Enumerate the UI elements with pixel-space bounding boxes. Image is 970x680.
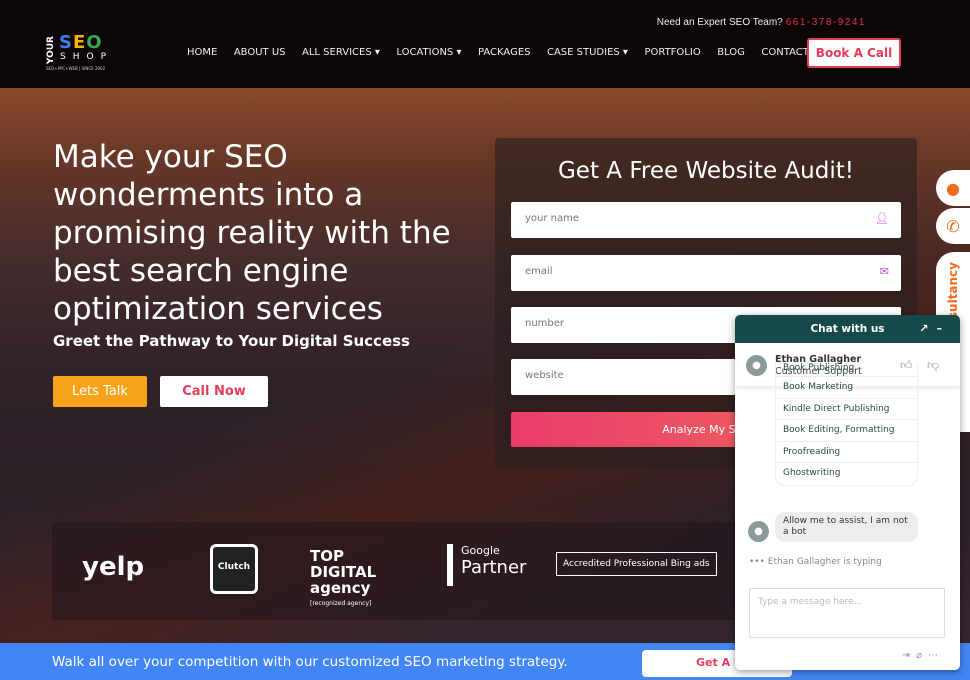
yelp-badge: yelp (82, 552, 145, 582)
nav-case-studies[interactable]: CASE STUDIES ▾ (547, 47, 628, 58)
logo-your: YOUR (46, 36, 56, 65)
option-item[interactable]: Book Editing, Formatting (776, 420, 917, 442)
logo-seo: SEO (59, 32, 103, 53)
phone-icon: ✆ (946, 216, 960, 236)
chat-title: Chat with us (810, 323, 885, 335)
name-placeholder: your name (525, 213, 580, 224)
nav-services[interactable]: ALL SERVICES ▾ (302, 47, 380, 58)
message-placeholder: Type a message here... (758, 597, 863, 607)
number-placeholder: number (525, 318, 565, 329)
nav-home[interactable]: HOME (187, 47, 217, 58)
top-contact: Need an Expert SEO Team? 661-378-9241 (657, 17, 866, 28)
google-partner-badge: Google Partner (447, 544, 526, 586)
name-input[interactable]: your name 👤︎ (511, 202, 901, 238)
top-digital-sub: [recognized agency] (310, 600, 372, 607)
nav-portfolio[interactable]: PORTFOLIO (644, 47, 700, 58)
banner-text: Walk all over your competition with our … (52, 654, 568, 670)
expand-icon[interactable]: ↗ (919, 322, 936, 335)
website-placeholder: website (525, 370, 564, 381)
hero-subheadline: Greet the Pathway to Your Digital Succes… (53, 332, 410, 350)
nav-about[interactable]: ABOUT US (234, 47, 286, 58)
site-header: Need an Expert SEO Team? 661-378-9241 YOU… (0, 0, 970, 88)
message-input[interactable]: Type a message here... (749, 588, 945, 638)
typing-text: Ethan Gallagher is typing (767, 557, 882, 567)
form-title: Get A Free Website Audit! (557, 158, 854, 184)
thumbs-down-icon[interactable]: 👎︎ (927, 358, 939, 373)
logo-tagline: SEO+PPC+WEB | SINCE 2002 (46, 66, 106, 71)
email-placeholder: email (525, 266, 553, 277)
bing-ads-badge: Accredited Professional Bing ads (556, 552, 717, 576)
clutch-label: Clutch (217, 562, 251, 572)
nav-packages[interactable]: PACKAGES (478, 47, 531, 58)
option-item[interactable]: Kindle Direct Publishing (776, 399, 917, 420)
bot-avatar: ● (748, 521, 769, 542)
typing-indicator: ••• Ethan Gallagher is typing (749, 557, 882, 567)
chat-widget: Chat with us ↗– ● Ethan Gallagher Custome… (735, 315, 960, 670)
call-now-button[interactable]: Call Now (160, 376, 268, 407)
user-icon: 👤︎ (875, 212, 889, 225)
book-a-call-button[interactable]: Book A Call (807, 38, 901, 68)
agent-avatar: ● (746, 355, 767, 376)
chat-message: Allow me to assist, I am not a bot (775, 512, 918, 542)
phone-link[interactable]: 661-378-9241 (786, 17, 866, 28)
chat-tools: ⇥⌀⋯ (902, 650, 944, 661)
nav-locations[interactable]: LOCATIONS ▾ (396, 47, 461, 58)
option-item[interactable]: Book Publishing (776, 363, 917, 377)
option-list: Book Publishing Book Marketing Kindle Di… (775, 363, 918, 486)
top-digital-label: TOP DIGITAL agency (310, 547, 377, 597)
option-item[interactable]: Proofreading (776, 442, 917, 463)
clutch-badge: Clutch (210, 544, 258, 594)
minimize-icon[interactable]: – (937, 322, 951, 335)
top-digital-badge: TOP DIGITAL agency [recognized agency] (310, 548, 415, 612)
option-item[interactable]: Book Marketing (776, 377, 917, 399)
more-icon[interactable]: ⋯ (928, 650, 944, 661)
partner-label: Partner (461, 557, 527, 578)
call-side-button[interactable]: ✆ (936, 208, 970, 244)
option-item[interactable]: Ghostwriting (776, 463, 917, 485)
speech-bubble-icon: ● (946, 178, 960, 198)
main-nav: HOME ABOUT US ALL SERVICES ▾ LOCATIONS ▾… (187, 47, 826, 58)
chat-header: Chat with us ↗– (735, 315, 960, 343)
hero-headline: Make your SEO wonderments into a promisi… (53, 139, 451, 327)
nav-blog[interactable]: BLOG (717, 47, 745, 58)
logo-shop: SHOP (60, 52, 113, 62)
exit-icon[interactable]: ⇥ (902, 650, 916, 661)
google-label: Google (461, 544, 500, 557)
paperclip-icon[interactable]: ⌀ (916, 650, 928, 661)
contact-prompt: Need an Expert SEO Team? (656, 17, 783, 28)
envelope-icon: ✉ (879, 265, 889, 278)
lets-talk-button[interactable]: Lets Talk (53, 376, 147, 407)
chat-side-button[interactable]: ● (936, 170, 970, 206)
email-input[interactable]: email ✉ (511, 255, 901, 291)
logo[interactable]: YOUR SEO SHOP SEO+PPC+WEB | SINCE 2002 (46, 34, 118, 72)
badge-strip: yelp Clutch TOP DIGITAL agency [recognize… (52, 522, 752, 620)
